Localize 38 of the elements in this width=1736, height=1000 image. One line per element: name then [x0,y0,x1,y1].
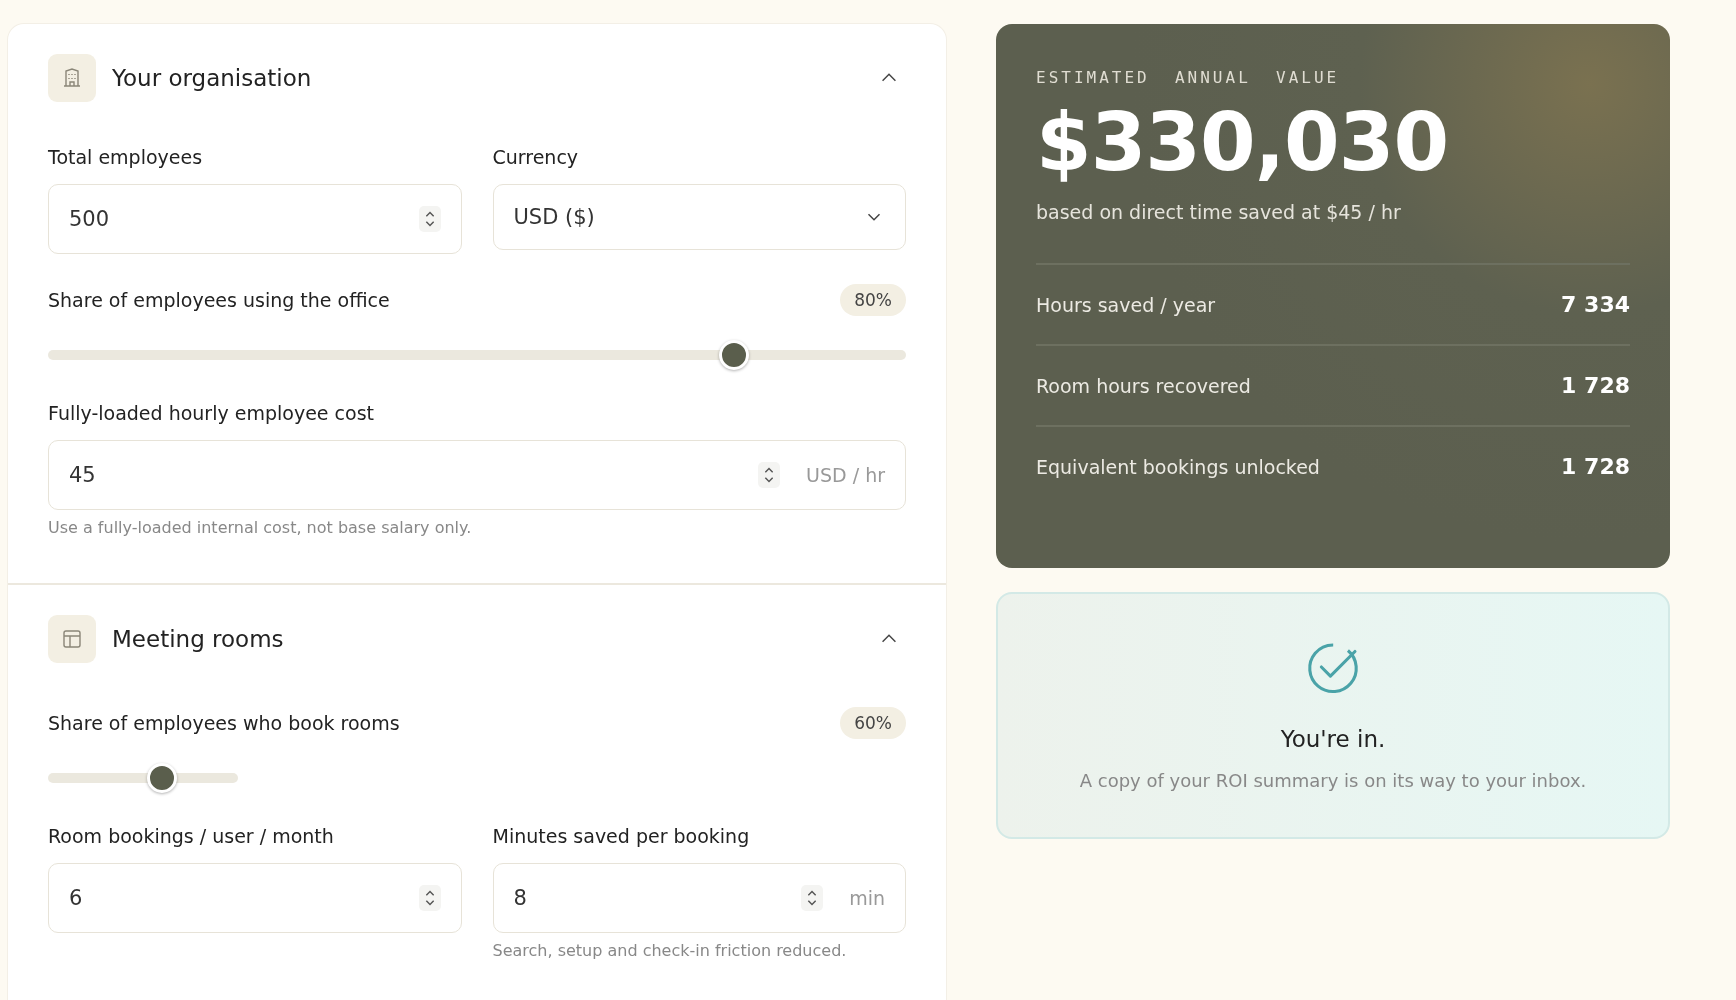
section-title: Your organisation [112,65,313,91]
basis-text: based on direct time saved at $45 / hr [1036,201,1402,223]
help-text: Search, setup and check-in friction reduced. [492,941,848,960]
number-field[interactable]: 45 USD / hr [48,440,906,510]
confirmation-message: A copy of your ROI summary is on its way to your inbox. [1079,770,1587,791]
field-label: Fully-loaded hourly employee cost [48,402,375,424]
field-label: Total employees [48,146,204,168]
number-field[interactable]: 6 [48,863,462,933]
metric-label: Hours saved / year [1036,293,1216,316]
slider-thumb[interactable] [719,340,750,370]
metric-value: 1 728 [1561,373,1630,398]
stepper-icon[interactable] [758,462,781,488]
field-label: Currency [492,146,580,168]
help-text: Use a fully-loaded internal cost, not base salary only. [48,518,473,537]
metric-value: 7 334 [1561,292,1630,317]
metric-label: Room hours recovered [1036,374,1251,397]
slider-thumb[interactable] [147,763,177,793]
number-field[interactable]: 500 [48,184,462,254]
field-label: Share of employees using the office [48,289,390,311]
currency-select[interactable]: USD ($) [492,184,906,250]
percent-badge: 80% [840,284,906,316]
field-label: Share of employees who book rooms [48,712,400,734]
unit-label: USD / hr [806,464,885,486]
section-title: Meeting rooms [112,626,285,652]
metric-value: 1 728 [1561,454,1630,479]
layout-icon [60,627,84,651]
stepper-icon[interactable] [801,885,824,911]
confirmation-title: You're in. [1280,726,1386,752]
eyebrow-label: ESTIMATED ANNUAL VALUE [1036,68,1341,87]
stepper-icon[interactable] [418,206,441,232]
number-field[interactable]: 8 min [492,863,906,933]
field-label: Room bookings / user / month [48,825,335,847]
metric-label: Equivalent bookings unlocked [1036,455,1320,478]
unit-label: min [849,887,885,909]
field-label: Minutes saved per booking [492,825,751,847]
percent-badge: 60% [840,707,906,739]
total-value: $330,030 [1036,99,1450,187]
stepper-icon[interactable] [418,885,441,911]
